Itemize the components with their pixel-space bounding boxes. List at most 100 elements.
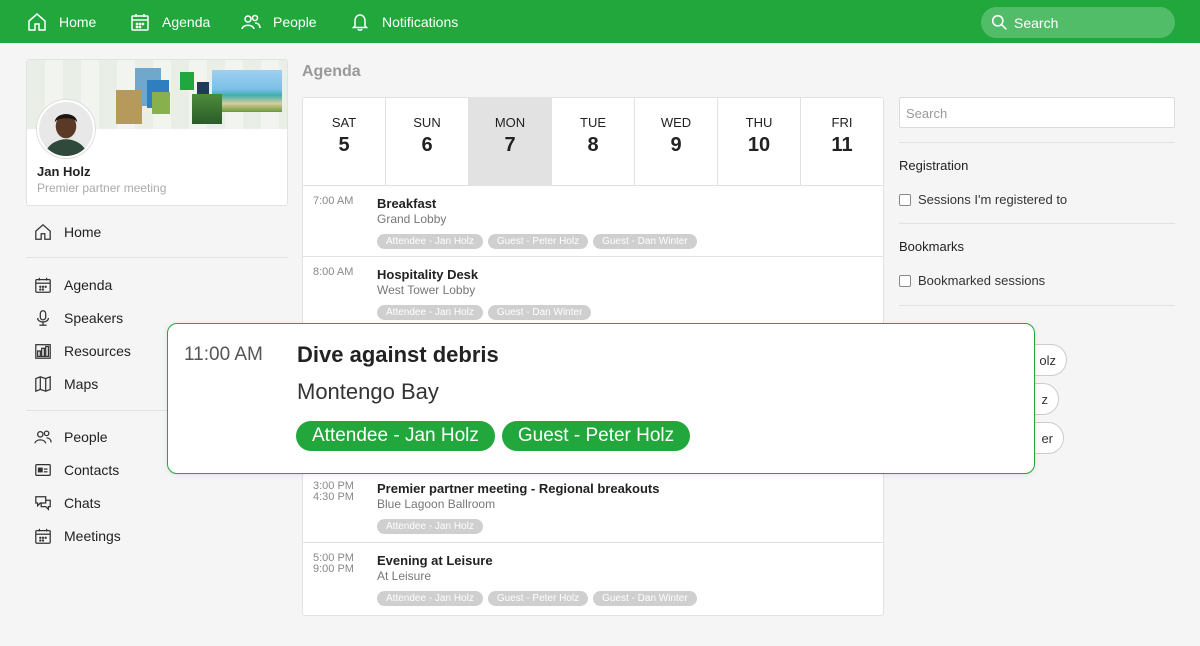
nav-notifications[interactable]: Notifications xyxy=(350,0,458,43)
session-row[interactable]: 8:00 AM Hospitality Desk West Tower Lobb… xyxy=(303,257,883,328)
chat-icon xyxy=(35,496,51,511)
microphone-icon xyxy=(36,310,50,326)
people-icon xyxy=(241,14,261,29)
day-number: 9 xyxy=(670,134,682,156)
attendee-tag: Attendee - Jan Holz xyxy=(377,591,483,606)
popup-session-location: Montengo Bay xyxy=(297,379,439,404)
session-location: West Tower Lobby xyxy=(377,283,476,297)
filter-divider xyxy=(899,142,1175,143)
top-search-placeholder: Search xyxy=(1014,14,1059,31)
nav-people[interactable]: People xyxy=(241,0,317,43)
pill-label: z xyxy=(1041,391,1049,407)
sidebar-item-home[interactable]: Home xyxy=(34,223,101,241)
search-icon xyxy=(991,14,1007,30)
map-icon xyxy=(35,375,51,393)
bookmarks-heading: Bookmarks xyxy=(899,239,965,254)
sidebar-item-contacts[interactable]: Contacts xyxy=(34,461,119,479)
day-name: FRI xyxy=(831,115,853,130)
nav-notifications-label: Notifications xyxy=(382,13,459,30)
sidebar-item-label: Meetings xyxy=(64,528,121,544)
filter-search-input[interactable]: Search xyxy=(899,97,1175,128)
filter-divider xyxy=(899,305,1175,306)
sidebar-item-label: Agenda xyxy=(64,277,113,293)
attendee-tag: Guest - Peter Holz xyxy=(487,234,589,249)
sidebar-item-resources[interactable]: Resources xyxy=(34,342,131,360)
attendee-tag: Guest - Dan Winter xyxy=(487,305,592,320)
nav-home-label: Home xyxy=(59,13,97,30)
attendee-tag: Attendee - Jan Holz xyxy=(377,305,483,320)
sidebar-item-agenda[interactable]: Agenda xyxy=(34,276,112,294)
day-name: TUE xyxy=(580,115,606,130)
day-tab[interactable]: WED 9 xyxy=(635,98,718,185)
popup-attendee-tag: Guest - Peter Holz xyxy=(501,421,691,451)
nav-agenda[interactable]: Agenda xyxy=(130,0,210,43)
day-tab[interactable]: SAT 5 xyxy=(303,98,386,185)
agenda-title: Agenda xyxy=(302,63,361,80)
top-navigation-bar: Home Agenda People Notifications Search xyxy=(0,0,1200,43)
day-tab[interactable]: THU 10 xyxy=(718,98,801,185)
contact-card-icon xyxy=(35,463,51,477)
day-tab-selected[interactable]: MON 7 xyxy=(469,98,552,185)
nav-agenda-label: Agenda xyxy=(162,13,211,30)
session-time: 7:00 AM xyxy=(313,195,354,207)
popup-session-time: 11:00 AM xyxy=(184,344,263,365)
checkbox[interactable] xyxy=(899,274,911,287)
filter-divider xyxy=(899,223,1175,224)
day-name: MON xyxy=(494,115,526,130)
sidebar-item-meetings[interactable]: Meetings xyxy=(34,527,121,545)
day-tab[interactable]: SUN 6 xyxy=(386,98,469,185)
day-number: 7 xyxy=(504,134,516,156)
day-tab[interactable]: TUE 8 xyxy=(552,98,635,185)
sidebar-item-people[interactable]: People xyxy=(34,428,108,446)
sidebar-item-label: Contacts xyxy=(64,462,120,478)
checkbox[interactable] xyxy=(899,193,911,206)
session-detail-popup[interactable]: 11:00 AM Dive against debris Montengo Ba… xyxy=(167,323,1035,474)
home-icon xyxy=(35,223,51,240)
calendar-icon xyxy=(35,277,51,293)
bell-icon xyxy=(351,13,369,31)
session-row[interactable]: 3:00 PM 4:30 PM Premier partner meeting -… xyxy=(303,471,883,543)
bookmarked-sessions-checkbox[interactable]: Bookmarked sessions xyxy=(899,273,1045,288)
session-row[interactable]: 5:00 PM 9:00 PM Evening at Leisure At Lei… xyxy=(303,543,883,615)
sidebar-item-label: Chats xyxy=(64,495,101,511)
sidebar-item-maps[interactable]: Maps xyxy=(34,375,98,393)
people-icon xyxy=(34,430,52,444)
attendee-tag: Attendee - Jan Holz xyxy=(377,234,483,249)
session-location: At Leisure xyxy=(377,569,432,583)
popup-session-title: Dive against debris xyxy=(297,342,499,367)
day-tab[interactable]: FRI 11 xyxy=(801,98,883,185)
day-name: SAT xyxy=(331,115,357,130)
session-title: Premier partner meeting - Regional break… xyxy=(377,481,660,496)
profile-subtitle: Premier partner meeting xyxy=(37,181,167,195)
sidebar-item-label: Speakers xyxy=(64,310,124,326)
registered-sessions-checkbox[interactable]: Sessions I'm registered to xyxy=(899,192,1067,207)
profile-card[interactable]: Jan Holz Premier partner meeting xyxy=(26,59,288,206)
nav-people-label: People xyxy=(273,13,317,30)
session-time: 8:00 AM xyxy=(313,266,354,278)
sidebar-item-speakers[interactable]: Speakers xyxy=(34,309,123,327)
registration-heading: Registration xyxy=(899,158,969,173)
session-location: Blue Lagoon Ballroom xyxy=(377,497,496,511)
session-title: Hospitality Desk xyxy=(377,267,479,282)
sidebar-item-label: People xyxy=(64,429,108,445)
popup-attendee-tag: Attendee - Jan Holz xyxy=(296,421,495,451)
session-title: Breakfast xyxy=(377,196,437,211)
calendar-icon xyxy=(35,528,51,544)
day-selector: SAT 5 SUN 6 MON 7 TUE 8 WED 9 THU 10 FRI 11 xyxy=(303,98,883,186)
sidebar-item-chats[interactable]: Chats xyxy=(34,494,101,512)
sidebar-item-label: Home xyxy=(64,224,102,240)
checkbox-label: Sessions I'm registered to xyxy=(918,192,1068,207)
sidebar-divider xyxy=(26,257,288,258)
sidebar-item-label: Maps xyxy=(64,376,99,392)
session-row[interactable]: 7:00 AM Breakfast Grand Lobby Attendee -… xyxy=(303,186,883,257)
day-number: 6 xyxy=(421,134,433,156)
attendee-tag: Guest - Peter Holz xyxy=(487,591,589,606)
home-icon xyxy=(28,12,46,31)
session-end-time: 9:00 PM xyxy=(313,563,354,575)
session-title: Evening at Leisure xyxy=(377,553,493,568)
profile-name: Jan Holz xyxy=(37,164,91,179)
nav-home[interactable]: Home xyxy=(27,0,96,43)
day-number: 8 xyxy=(587,134,599,156)
top-search-input[interactable]: Search xyxy=(981,7,1175,38)
session-end-time: 4:30 PM xyxy=(313,491,354,503)
